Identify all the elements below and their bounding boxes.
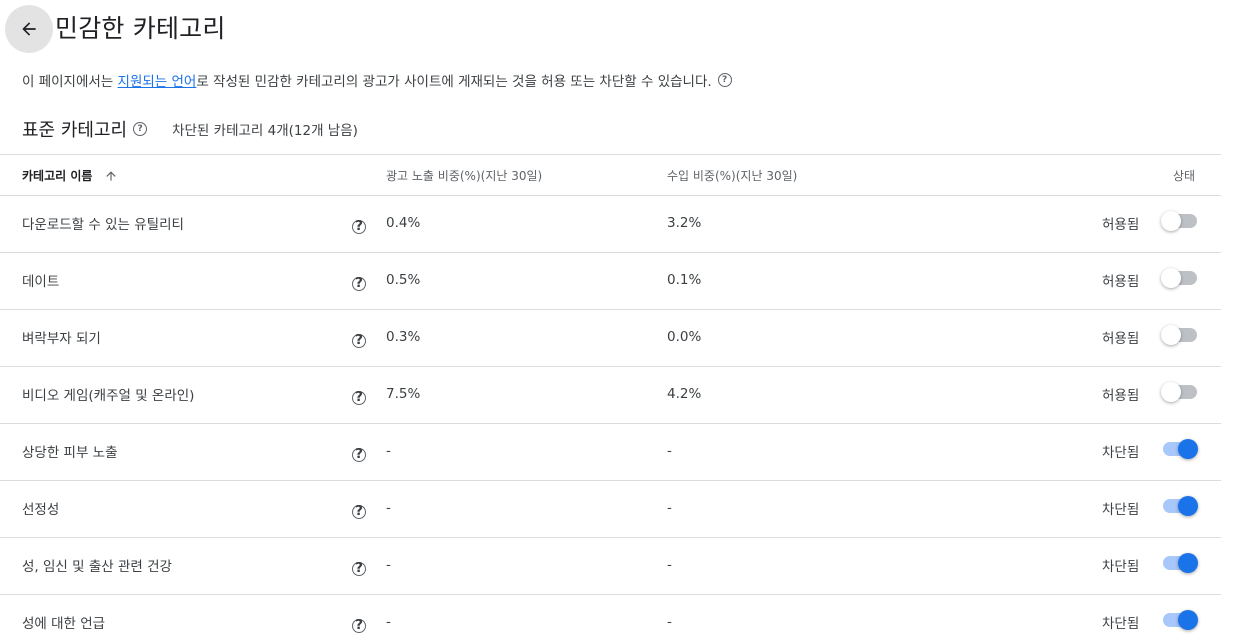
revenue-share: - — [667, 557, 672, 573]
help-circle-icon[interactable]: ? — [352, 505, 366, 519]
revenue-share: - — [667, 443, 672, 459]
status-label: 허용됨 — [1102, 217, 1140, 233]
back-button[interactable] — [5, 5, 53, 53]
status-label: 허용됨 — [1102, 274, 1140, 290]
status-label: 차단됨 — [1102, 502, 1140, 518]
page-header: 민감한 카테고리 — [0, 0, 1242, 56]
revenue-share: 4.2% — [667, 386, 702, 402]
block-toggle[interactable] — [1161, 437, 1199, 461]
block-toggle[interactable] — [1161, 323, 1199, 347]
toggle-knob — [1161, 325, 1181, 345]
description-suffix: 로 작성된 민감한 카테고리의 광고가 사이트에 게재되는 것을 허용 또는 차… — [196, 74, 712, 90]
category-name: 벼락부자 되기 — [22, 331, 101, 347]
table-row: 벼락부자 되기? 0.3% 0.0% 허용됨 — [0, 310, 1221, 367]
revenue-share: - — [667, 500, 672, 516]
impression-share: 7.5% — [386, 386, 421, 402]
page-title: 민감한 카테고리 — [55, 14, 226, 43]
category-name: 비디오 게임(캐주얼 및 온라인) — [22, 388, 195, 404]
section-title: 표준 카테고리 — [22, 120, 128, 141]
category-name: 상당한 피부 노출 — [22, 445, 118, 461]
impression-share: 0.5% — [386, 272, 421, 288]
divider — [0, 154, 1221, 155]
help-circle-icon[interactable]: ? — [133, 122, 148, 136]
table-row: 선정성? - - 차단됨 — [0, 481, 1221, 538]
help-circle-icon[interactable]: ? — [352, 334, 366, 348]
status-label: 차단됨 — [1102, 616, 1140, 632]
revenue-share: 0.0% — [667, 329, 702, 345]
block-toggle[interactable] — [1161, 551, 1199, 575]
toggle-knob — [1178, 439, 1198, 459]
column-header-name-label: 카테고리 이름 — [22, 169, 93, 183]
status-label: 허용됨 — [1102, 388, 1140, 404]
help-circle-icon[interactable]: ? — [352, 448, 366, 462]
help-circle-icon[interactable]: ? — [352, 277, 366, 291]
impression-share: 0.3% — [386, 329, 421, 345]
table-row: 성에 대한 언급? - - 차단됨 — [0, 595, 1221, 644]
description-prefix: 이 페이지에서는 — [22, 74, 118, 90]
column-header-impressions[interactable]: 광고 노출 비중(%)(지난 30일) — [386, 167, 542, 184]
block-toggle[interactable] — [1161, 266, 1199, 290]
impression-share: - — [386, 500, 391, 516]
status-label: 차단됨 — [1102, 445, 1140, 461]
arrow-back-icon — [22, 22, 36, 36]
status-label: 차단됨 — [1102, 559, 1140, 575]
block-toggle[interactable] — [1161, 209, 1199, 233]
help-circle-icon[interactable]: ? — [352, 220, 366, 234]
arrow-up-icon[interactable] — [104, 169, 118, 183]
toggle-knob — [1161, 382, 1181, 402]
impression-share: - — [386, 557, 391, 573]
help-circle-icon[interactable]: ? — [717, 73, 732, 87]
table-row: 성, 임신 및 출산 관련 건강? - - 차단됨 — [0, 538, 1221, 595]
help-circle-icon[interactable]: ? — [352, 391, 366, 405]
toggle-knob — [1178, 553, 1198, 573]
toggle-knob — [1161, 268, 1181, 288]
impression-share: - — [386, 443, 391, 459]
page-description: 이 페이지에서는 지원되는 언어 로 작성된 민감한 카테고리의 광고가 사이트에… — [22, 70, 732, 90]
revenue-share: - — [667, 614, 672, 630]
column-header-status[interactable]: 상태 — [1173, 167, 1195, 184]
supported-languages-link[interactable]: 지원되는 언어 — [118, 70, 197, 90]
block-toggle[interactable] — [1161, 494, 1199, 518]
category-name: 다운로드할 수 있는 유틸리티 — [22, 217, 184, 233]
category-name: 성, 임신 및 출산 관련 건강 — [22, 559, 172, 575]
toggle-knob — [1161, 211, 1181, 231]
toggle-knob — [1178, 496, 1198, 516]
impression-share: - — [386, 614, 391, 630]
help-circle-icon[interactable]: ? — [352, 619, 366, 633]
table-row: 데이트? 0.5% 0.1% 허용됨 — [0, 253, 1221, 310]
column-header-name[interactable]: 카테고리 이름 — [22, 167, 118, 184]
toggle-knob — [1178, 610, 1198, 630]
block-toggle[interactable] — [1161, 608, 1199, 632]
help-circle-icon[interactable]: ? — [352, 562, 366, 576]
impression-share: 0.4% — [386, 215, 421, 231]
category-name: 선정성 — [22, 502, 60, 518]
category-name: 데이트 — [22, 274, 60, 290]
revenue-share: 3.2% — [667, 215, 702, 231]
column-header-revenue[interactable]: 수입 비중(%)(지난 30일) — [667, 167, 797, 184]
category-name: 성에 대한 언급 — [22, 616, 106, 632]
table-row: 다운로드할 수 있는 유틸리티? 0.4% 3.2% 허용됨 — [0, 196, 1221, 253]
table-row: 비디오 게임(캐주얼 및 온라인)? 7.5% 4.2% 허용됨 — [0, 367, 1221, 424]
block-toggle[interactable] — [1161, 380, 1199, 404]
revenue-share: 0.1% — [667, 272, 702, 288]
status-label: 허용됨 — [1102, 331, 1140, 347]
standard-categories-header: 표준 카테고리 ? 차단된 카테고리 4개(12개 남음) — [22, 116, 358, 142]
blocked-count-summary: 차단된 카테고리 4개(12개 남음) — [172, 123, 358, 139]
table-row: 상당한 피부 노출? - - 차단됨 — [0, 424, 1221, 481]
